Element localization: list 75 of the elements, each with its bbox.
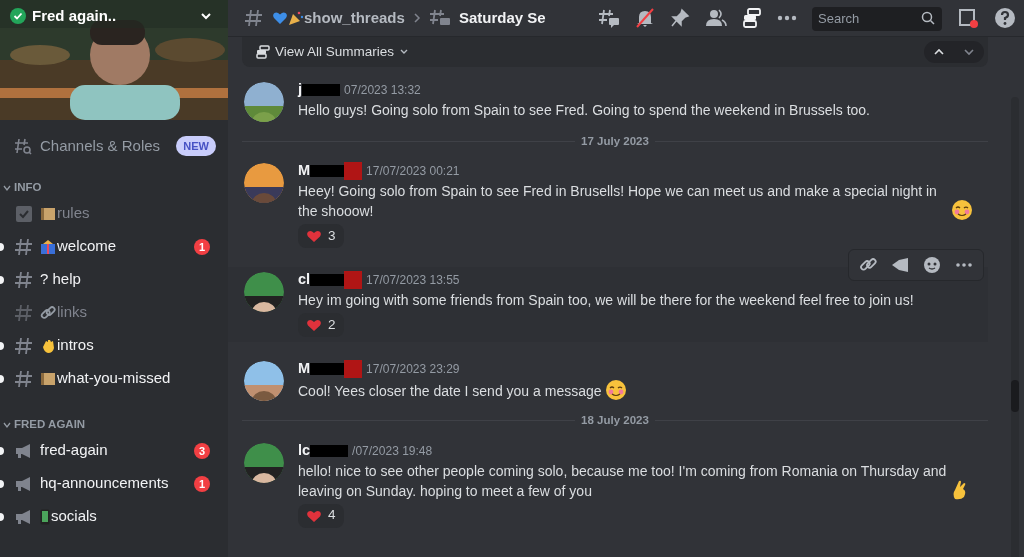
channel-name[interactable]: fred-again xyxy=(40,439,108,462)
more-icon[interactable] xyxy=(955,262,973,269)
unread-count-badge: 1 xyxy=(194,475,210,492)
emoji-icon[interactable] xyxy=(923,256,941,275)
date-divider: 17 July 2023 xyxy=(581,134,649,149)
message-text: Heey! Going solo from Spain to see Fred in Brusells! Hope we can meet us and make a special night in the shooow! xyxy=(298,182,938,222)
timestamp: 17/07/2023 23:29 xyxy=(366,361,460,379)
category-header[interactable]: FRED AGAIN xyxy=(14,416,86,434)
chevron-up-icon xyxy=(934,48,944,56)
category-header[interactable]: INFO xyxy=(14,179,42,197)
username[interactable]: M xyxy=(298,358,311,381)
chevron-right-icon xyxy=(412,13,421,23)
thread-icon xyxy=(428,8,451,28)
scrollbar[interactable] xyxy=(1011,97,1019,557)
avatar[interactable] xyxy=(244,361,284,402)
message-text: Hello guys! Going solo from Spain to see Fred. Going to spend the weekend in Brussels too. xyxy=(298,101,870,120)
hash-icon xyxy=(14,368,34,389)
timestamp: 07/2023 13:32 xyxy=(344,82,421,99)
avatar[interactable] xyxy=(244,163,284,204)
rules-icon xyxy=(14,203,34,224)
heart-icon xyxy=(306,318,322,333)
search-field[interactable]: Search xyxy=(812,6,942,31)
channel-name[interactable]: intros xyxy=(57,334,94,357)
summaries-icon xyxy=(256,45,270,59)
message-text: Cool! Yees closer the date I send you a message xyxy=(298,382,602,402)
hash-icon xyxy=(14,302,34,323)
search-icon xyxy=(921,11,935,25)
unread-count-badge: 3 xyxy=(194,442,210,459)
thread-title: Saturday Se xyxy=(458,7,546,28)
summaries-icon[interactable] xyxy=(742,8,762,28)
heart-icon xyxy=(306,508,322,523)
members-icon[interactable] xyxy=(705,8,727,28)
username[interactable]: cl xyxy=(298,269,311,292)
message-text: Hey im going with some friends from Spain too, we will be there for the weekend feel free to join us! xyxy=(298,291,914,311)
new-badge: NEW xyxy=(176,135,216,157)
view-summaries-button[interactable]: View All Summaries xyxy=(256,41,410,63)
avatar[interactable] xyxy=(244,272,284,313)
hash-icon xyxy=(14,335,34,356)
username[interactable]: M xyxy=(298,160,311,183)
username[interactable]: j xyxy=(298,79,303,101)
megaphone-icon[interactable] xyxy=(891,256,909,275)
channel-name[interactable]: links xyxy=(57,301,87,324)
channels-roles-link[interactable]: Channels & Roles xyxy=(40,134,161,158)
hash-icon xyxy=(14,236,34,257)
timestamp: 17/07/2023 13:55 xyxy=(366,272,460,290)
date-divider: 18 July 2023 xyxy=(581,413,649,429)
inbox-icon[interactable] xyxy=(957,7,979,29)
hash-search-icon xyxy=(14,137,32,155)
channel-name[interactable]: welcome xyxy=(57,235,117,258)
pin-icon[interactable] xyxy=(670,8,690,28)
channel-name[interactable]: socials xyxy=(51,505,97,528)
hash-icon xyxy=(14,269,34,290)
chevron-down-icon xyxy=(964,48,974,56)
more-icon[interactable] xyxy=(777,15,797,21)
timestamp: 17/07/2023 00:21 xyxy=(366,163,460,181)
channel-name[interactable]: rules xyxy=(57,202,90,225)
unread-count-badge: 1 xyxy=(194,238,210,255)
server-name: Fred again.. xyxy=(32,6,117,26)
channel-name[interactable]: show_threads xyxy=(304,6,405,30)
reaction-button[interactable]: 4 xyxy=(298,503,344,528)
hash-icon xyxy=(244,8,264,28)
threads-icon[interactable] xyxy=(598,8,620,28)
message-text: hello! nice to see other people coming solo, because me too! I'm coming from Romania on Thursday and leaving on Sunday. hoping to meet a few of you xyxy=(298,461,948,501)
avatar[interactable] xyxy=(244,82,284,122)
timestamp: /07/2023 19:48 xyxy=(352,442,433,460)
reaction-button[interactable]: 2 xyxy=(298,313,344,338)
muted-bell-icon[interactable] xyxy=(635,8,655,28)
username[interactable]: lc xyxy=(298,439,311,462)
channel-name[interactable]: hq-announcements xyxy=(40,472,169,495)
avatar[interactable] xyxy=(244,442,284,483)
reaction-button[interactable]: 3 xyxy=(298,224,344,249)
help-icon[interactable] xyxy=(994,7,1016,29)
channel-name[interactable]: what-you-missed xyxy=(57,367,171,390)
channel-name[interactable]: ? help xyxy=(40,268,81,291)
heart-icon xyxy=(306,229,322,244)
